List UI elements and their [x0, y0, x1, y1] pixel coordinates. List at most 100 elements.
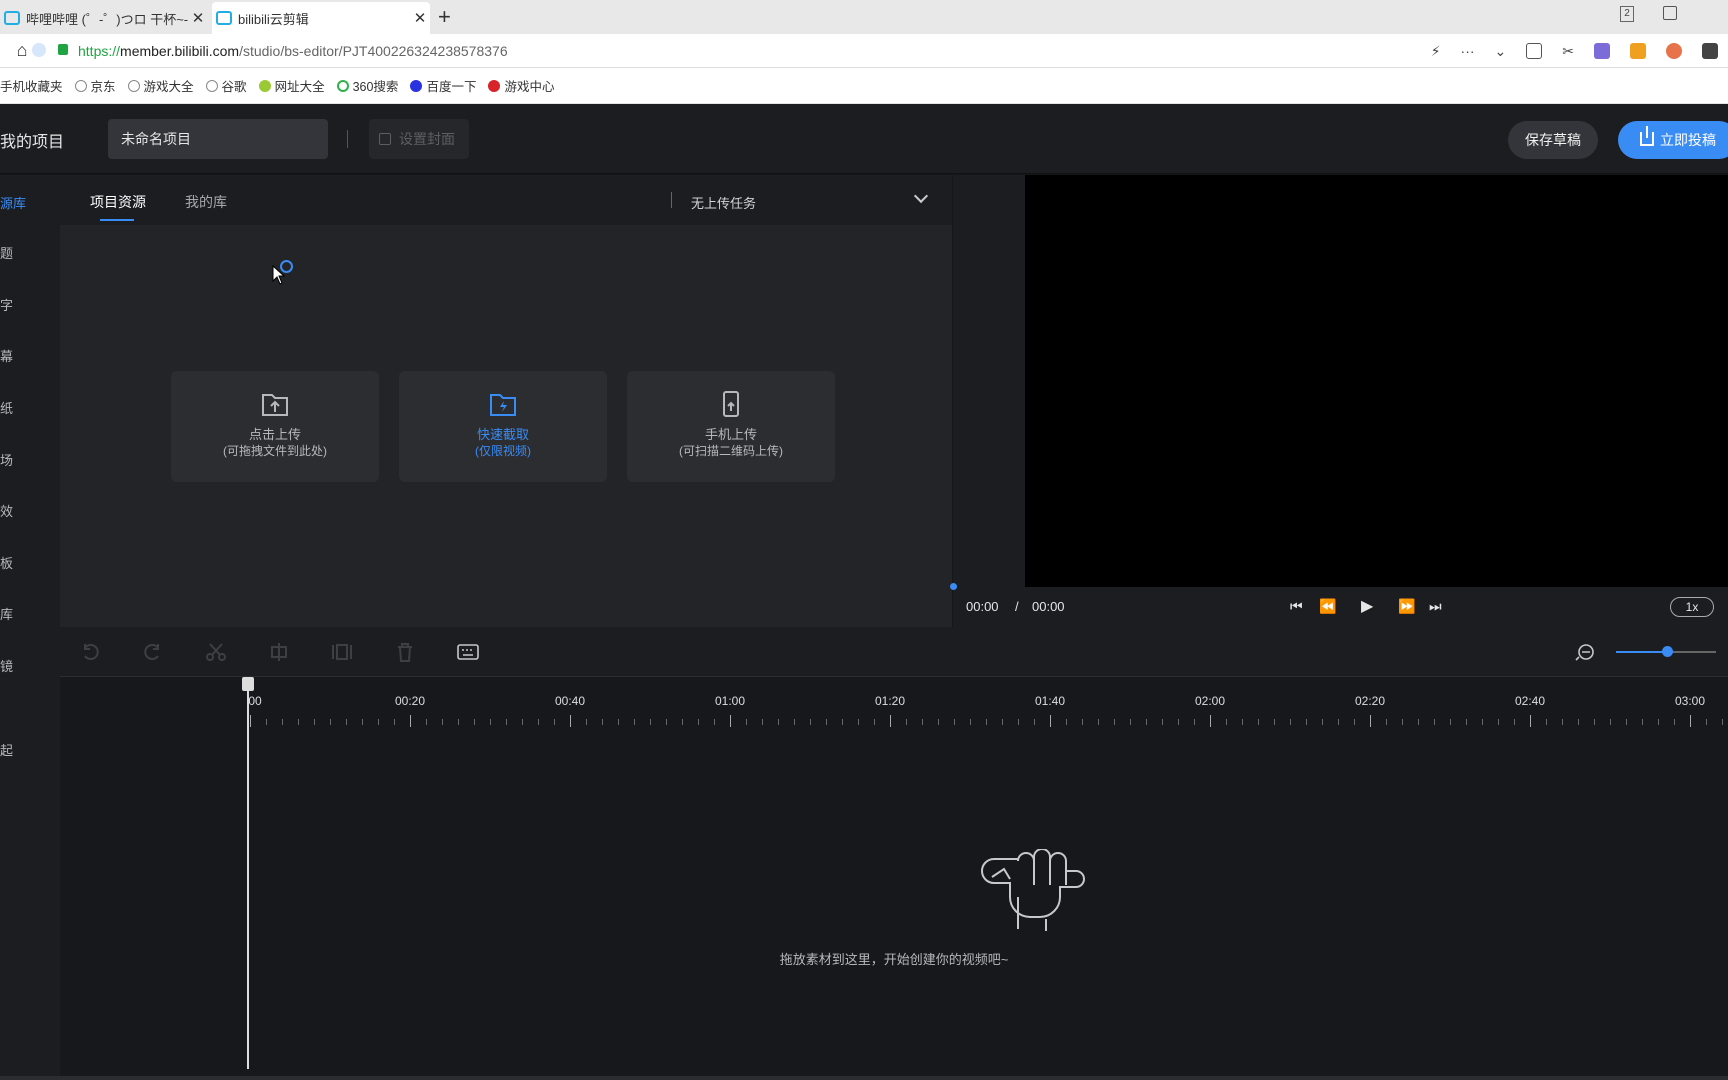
upload-status[interactable]: 无上传任务	[691, 193, 756, 212]
rail-item[interactable]: 字	[0, 295, 13, 314]
crop-icon[interactable]	[268, 642, 290, 662]
set-cover-button[interactable]: 设置封面	[369, 119, 469, 159]
chevron-down-icon[interactable]: ⌄	[1495, 43, 1507, 60]
bookmark-item[interactable]: 京东	[74, 76, 116, 95]
ruler-tick	[1354, 719, 1355, 725]
video-preview[interactable]	[1025, 175, 1728, 587]
browser-tab-editor[interactable]: bilibili云剪辑 ✕	[212, 2, 430, 34]
translate-icon[interactable]	[1594, 43, 1610, 59]
skip-to-start-icon[interactable]: ⏮	[1290, 598, 1303, 615]
split-icon[interactable]	[205, 642, 227, 662]
save-draft-button[interactable]: 保存草稿	[1508, 121, 1598, 159]
tab-count-badge[interactable]: 2	[1620, 6, 1634, 22]
chevron-down-icon[interactable]	[913, 188, 929, 204]
play-icon[interactable]: ▶	[1361, 596, 1373, 616]
browser-tab-bilibili-home[interactable]: 哔哩哔哩 (゜-゜)つロ 干杯~-b ✕	[0, 2, 208, 34]
bookmark-item[interactable]: 游戏大全	[127, 76, 194, 95]
zoom-out-icon[interactable]	[1575, 642, 1597, 662]
rail-item[interactable]: 纸	[0, 398, 13, 417]
my-projects-link[interactable]: 我的项目	[0, 128, 64, 152]
ruler-tick	[1482, 719, 1483, 725]
more-icon[interactable]: ···	[1461, 43, 1475, 59]
ruler-tick	[602, 719, 603, 725]
current-time: 00:00	[966, 599, 999, 614]
ruler-tick	[570, 715, 571, 727]
bookmark-item[interactable]: 网址大全	[258, 76, 325, 95]
ruler-tick	[1418, 719, 1419, 725]
ruler-tick	[1146, 719, 1147, 725]
ruler-tick	[1290, 719, 1291, 725]
url-field[interactable]: https://member.bilibili.com/studio/bs-ed…	[32, 42, 508, 59]
ruler-tick	[378, 719, 379, 725]
fast-forward-icon[interactable]: ⏩	[1398, 598, 1415, 615]
card-subtitle: (可拖拽文件到此处)	[223, 444, 327, 458]
tab-my-library[interactable]: 我的库	[185, 192, 227, 212]
rail-item[interactable]: 题	[0, 243, 13, 262]
ruler-tick	[586, 719, 587, 725]
game-icon[interactable]	[1666, 43, 1682, 59]
rail-item[interactable]: 板	[0, 553, 13, 572]
tab-close-icon[interactable]: ✕	[410, 9, 430, 27]
rail-item[interactable]: 幕	[0, 346, 13, 365]
security-shield-icon	[32, 42, 46, 57]
rewind-icon[interactable]: ⏪	[1319, 598, 1336, 615]
ruler-tick	[778, 719, 779, 725]
search-360-icon	[336, 79, 349, 92]
ruler-tick	[298, 719, 299, 725]
new-tab-icon[interactable]: +	[438, 4, 451, 30]
lightning-icon[interactable]: ⚡	[1431, 43, 1441, 60]
skip-to-end-icon[interactable]: ⏭	[1429, 598, 1442, 615]
progress-knob[interactable]	[950, 583, 957, 590]
shield-ext-icon[interactable]	[1630, 43, 1646, 59]
bookmark-item[interactable]: 游戏中心	[488, 76, 554, 95]
playhead-handle[interactable]	[242, 677, 254, 691]
click-upload-card[interactable]: 点击上传 (可拖拽文件到此处)	[171, 371, 379, 482]
playback-speed-button[interactable]: 1x	[1670, 597, 1714, 617]
ruler-tick	[858, 719, 859, 725]
address-bar: ⌂ https://member.bilibili.com/studio/bs-…	[0, 34, 1728, 68]
ruler-tick	[1450, 719, 1451, 725]
bookmark-item[interactable]: 手机收藏夹	[0, 76, 63, 95]
delete-icon[interactable]	[394, 642, 416, 662]
bookmark-item[interactable]: 百度一下	[410, 76, 476, 95]
scissors-icon[interactable]: ✂	[1562, 43, 1574, 60]
bookmark-item[interactable]: 360搜索	[336, 76, 398, 95]
apps-grid-icon[interactable]	[1702, 43, 1718, 59]
rail-item[interactable]: 效	[0, 501, 13, 520]
reader-icon[interactable]	[1526, 43, 1543, 59]
zoom-slider-knob[interactable]	[1662, 646, 1673, 657]
freeze-frame-icon[interactable]	[331, 642, 353, 662]
quick-capture-card[interactable]: 快速截取 (仅限视频)	[399, 371, 607, 482]
project-name-input[interactable]: 未命名项目	[108, 119, 328, 159]
ruler-tick	[1130, 719, 1131, 725]
card-title: 点击上传	[248, 427, 301, 442]
ruler-tick	[442, 719, 443, 725]
publish-button[interactable]: 立即投稿	[1618, 121, 1728, 159]
address-bar-actions: ⚡ ··· ⌄ ✂	[1431, 34, 1718, 68]
shirt-skin-icon[interactable]	[1663, 6, 1677, 20]
timeline[interactable]: 00 00:20 00:40 01:00 01:20 01:40 02:00 02:20 02:…	[60, 677, 1728, 1080]
ruler-tick	[266, 719, 267, 725]
tab-close-icon[interactable]: ✕	[188, 9, 208, 27]
rail-item[interactable]: 场	[0, 450, 13, 469]
bookmark-item[interactable]: 谷歌	[205, 76, 247, 95]
rail-item-media[interactable]: 源库	[0, 193, 26, 212]
rail-item-collapse[interactable]: 起	[0, 740, 13, 759]
bottom-scrollbar[interactable]	[0, 1076, 1728, 1080]
phone-upload-card[interactable]: 手机上传 (可扫描二维码上传)	[627, 371, 835, 482]
rail-item[interactable]: 镜	[0, 656, 13, 675]
active-tab-indicator	[100, 219, 134, 221]
tab-project-resources[interactable]: 项目资源	[90, 192, 146, 212]
ruler-tick	[1626, 719, 1627, 725]
keyboard-shortcuts-icon[interactable]	[457, 642, 479, 662]
redo-icon[interactable]	[142, 642, 164, 662]
folder-lightning-icon	[490, 394, 516, 416]
phone-upload-icon	[723, 391, 739, 417]
undo-icon[interactable]	[79, 642, 101, 662]
ruler-tick	[1546, 719, 1547, 725]
globe-icon	[74, 79, 87, 92]
ruler-tick	[474, 719, 475, 725]
rail-item[interactable]: 库	[0, 604, 13, 623]
playhead[interactable]	[247, 677, 249, 1069]
preview-side-area	[953, 175, 1025, 587]
